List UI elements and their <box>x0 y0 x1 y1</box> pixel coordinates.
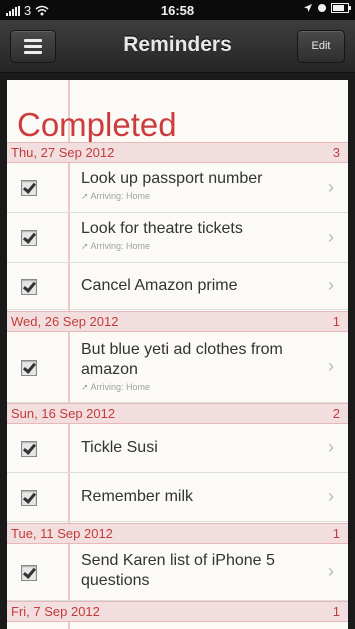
reminder-row[interactable]: Tickle Susi › <box>7 424 348 473</box>
reminder-text: But blue yeti ad clothes from <box>81 341 283 358</box>
battery-icon <box>331 3 351 13</box>
date-header: Wed, 26 Sep 2012 1 <box>7 311 348 332</box>
location-arrow-icon: ➚ <box>81 382 91 392</box>
reminder-text-continued: amazon <box>81 361 138 378</box>
reminder-row[interactable]: Look up passport number ➚ Arriving: Home… <box>7 163 348 213</box>
item-count: 3 <box>332 145 340 160</box>
item-count: 1 <box>332 604 340 619</box>
reminder-location: ➚ Arriving: Home <box>81 191 150 202</box>
reminder-row[interactable]: Remember milk › <box>7 473 348 522</box>
reminder-text: Look up passport number <box>81 170 263 187</box>
reminder-text: Send Karen list of iPhone 5 <box>81 552 275 569</box>
reminder-row[interactable]: Look for theatre tickets ➚ Arriving: Hom… <box>7 213 348 263</box>
chevron-right-icon[interactable]: › <box>328 356 334 377</box>
date-header: Tue, 11 Sep 2012 1 <box>7 523 348 544</box>
date-header: Fri, 7 Sep 2012 1 <box>7 601 348 622</box>
date-header: Sun, 16 Sep 2012 2 <box>7 403 348 424</box>
date-label: Wed, 26 Sep 2012 <box>11 314 119 329</box>
location-services-icon <box>304 4 312 12</box>
chevron-right-icon[interactable]: › <box>328 177 334 198</box>
status-bar: 3 16:58 <box>0 0 355 20</box>
checkbox-checked-icon[interactable] <box>21 490 37 506</box>
reminder-row[interactable]: Cancel Amazon prime › <box>7 263 348 310</box>
date-header: Thu, 27 Sep 2012 3 <box>7 142 348 163</box>
location-label: Arriving: Home <box>90 191 151 201</box>
reminder-text: Cancel Amazon prime <box>81 277 238 294</box>
item-count: 1 <box>332 314 340 329</box>
checkbox-checked-icon[interactable] <box>21 360 37 376</box>
checkbox-checked-icon[interactable] <box>21 180 37 196</box>
item-count: 1 <box>332 526 340 541</box>
alarm-icon <box>318 4 326 12</box>
chevron-right-icon[interactable]: › <box>328 437 334 458</box>
date-label: Thu, 27 Sep 2012 <box>11 145 115 160</box>
reminder-row[interactable]: Send Karen list of iPhone 5 questions › <box>7 544 348 601</box>
chevron-right-icon[interactable]: › <box>328 561 334 582</box>
list-title: Completed <box>17 106 177 143</box>
location-label: Arriving: Home <box>90 241 151 251</box>
checkbox-checked-icon[interactable] <box>21 279 37 295</box>
edit-button[interactable]: Edit <box>297 30 345 63</box>
date-label: Sun, 16 Sep 2012 <box>11 406 116 421</box>
reminder-row[interactable]: But blue yeti ad clothes from amazon ➚ A… <box>7 332 348 403</box>
location-label: Arriving: Home <box>90 382 151 392</box>
reminder-location: ➚ Arriving: Home <box>81 241 150 252</box>
status-right <box>303 3 351 13</box>
chevron-right-icon[interactable]: › <box>328 275 334 296</box>
chevron-right-icon[interactable]: › <box>328 486 334 507</box>
location-arrow-icon: ➚ <box>81 241 91 251</box>
reminder-text-continued: questions <box>81 572 150 589</box>
date-label: Fri, 7 Sep 2012 <box>11 604 100 619</box>
status-time: 16:58 <box>160 3 195 18</box>
location-arrow-icon: ➚ <box>81 191 91 201</box>
reminder-location: ➚ Arriving: Home <box>81 382 150 393</box>
date-label: Tue, 11 Sep 2012 <box>11 526 113 541</box>
reminder-text: Tickle Susi <box>81 439 158 456</box>
navigation-bar: Reminders Edit <box>0 20 355 73</box>
checkbox-checked-icon[interactable] <box>21 441 37 457</box>
chevron-right-icon[interactable]: › <box>328 227 334 248</box>
reminder-text: Remember milk <box>81 488 194 505</box>
checkbox-checked-icon[interactable] <box>21 230 37 246</box>
checkbox-checked-icon[interactable] <box>21 565 37 581</box>
reminders-list[interactable]: Completed Thu, 27 Sep 2012 3 Look up pas… <box>7 80 348 629</box>
item-count: 2 <box>332 406 340 421</box>
reminder-text: Look for theatre tickets <box>81 220 243 237</box>
